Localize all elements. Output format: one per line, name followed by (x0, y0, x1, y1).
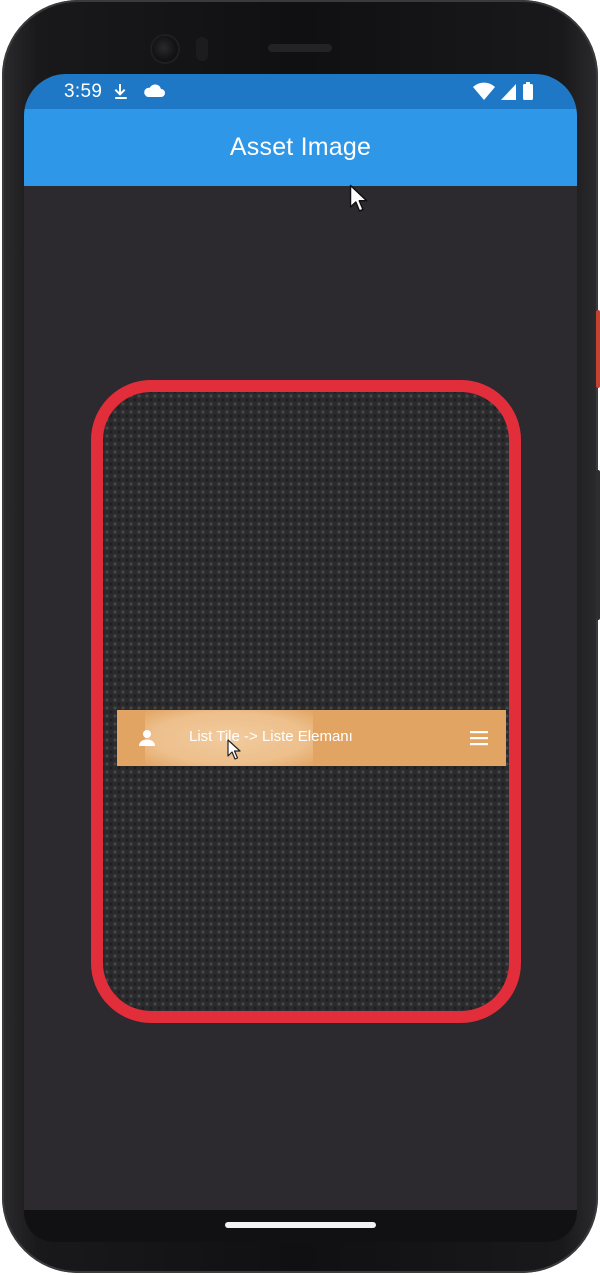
phone-frame: 3:59 Asset Image List Tile -> Liste Elem… (2, 0, 600, 1273)
asset-image-card: List Tile -> Liste Elemanı (91, 380, 521, 1023)
mouse-cursor-icon (349, 184, 368, 212)
battery-icon (523, 82, 533, 100)
home-indicator[interactable] (225, 1222, 376, 1228)
wifi-icon (473, 82, 495, 100)
screen: 3:59 Asset Image List Tile -> Liste Elem… (24, 74, 577, 1242)
person-icon (139, 730, 155, 746)
proximity-sensor (196, 37, 208, 61)
earpiece-speaker (268, 44, 332, 52)
cloud-icon (144, 84, 165, 97)
volume-rocker[interactable] (596, 470, 600, 620)
status-right-icons (473, 82, 539, 107)
content-area: List Tile -> Liste Elemanı (24, 186, 577, 1210)
front-camera (152, 36, 178, 62)
list-tile[interactable]: List Tile -> Liste Elemanı (117, 710, 506, 766)
status-time: 3:59 (64, 81, 103, 102)
download-icon (114, 84, 127, 99)
power-button[interactable] (596, 310, 600, 388)
status-left-icons (114, 82, 172, 107)
app-bar: Asset Image (24, 109, 577, 186)
list-tile-title: List Tile -> Liste Elemanı (189, 728, 353, 745)
gesture-nav-bar (24, 1210, 577, 1242)
page-title: Asset Image (229, 133, 372, 161)
signal-icon (501, 84, 516, 100)
mouse-cursor-icon (227, 739, 241, 760)
menu-icon[interactable] (468, 728, 490, 748)
status-bar: 3:59 (24, 74, 577, 109)
